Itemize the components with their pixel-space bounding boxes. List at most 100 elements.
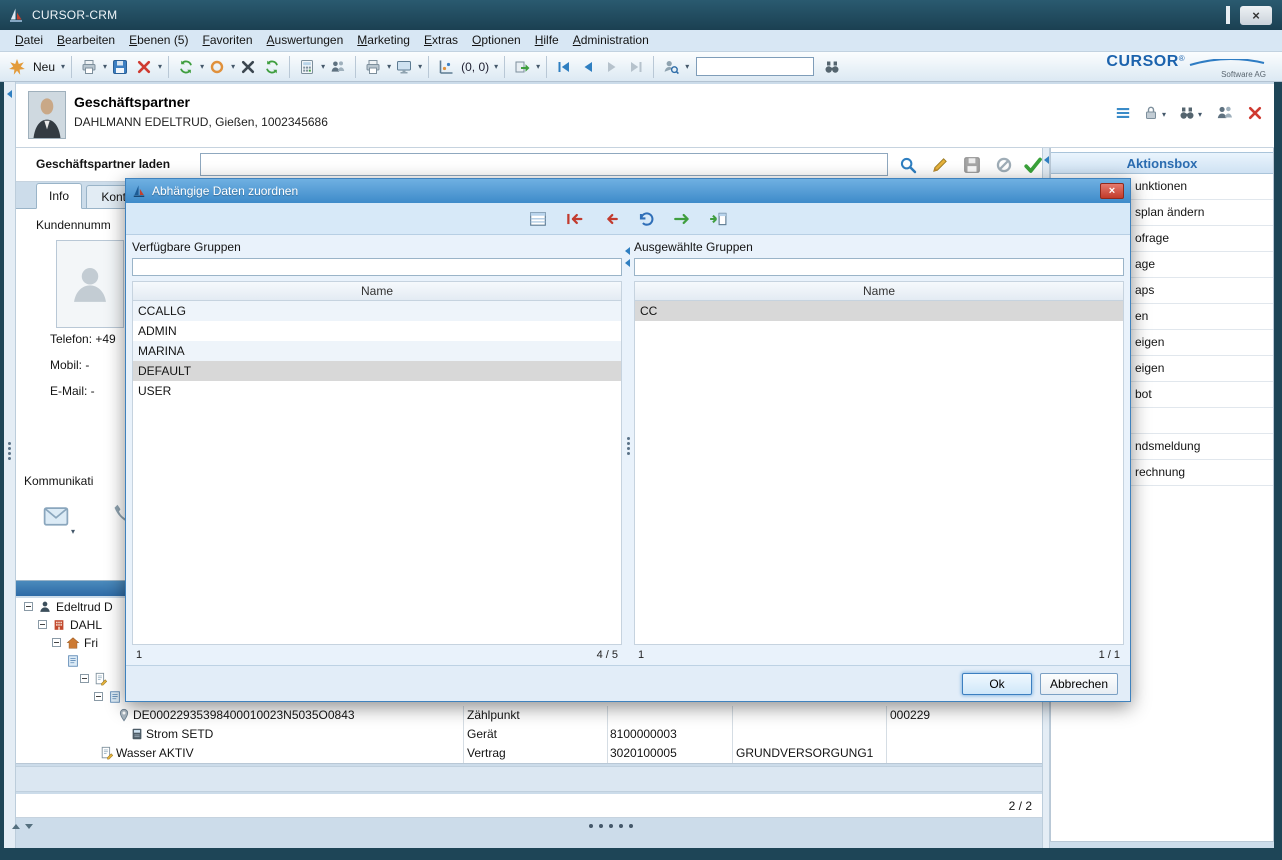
lock-dropdown-arrow[interactable]: ▾ xyxy=(1162,110,1166,119)
email-compose-icon[interactable] xyxy=(40,502,72,533)
splitter-chevron-icon[interactable] xyxy=(625,247,630,255)
list-item[interactable]: ADMIN xyxy=(133,321,621,341)
collapse-sidebar-icon[interactable] xyxy=(1044,156,1049,164)
toolbar-search-input[interactable] xyxy=(696,57,814,76)
edit-icon[interactable] xyxy=(929,154,951,176)
dialog-close-button[interactable]: × xyxy=(1100,183,1124,199)
column-settings-icon[interactable] xyxy=(529,210,547,228)
confirm-icon[interactable] xyxy=(1022,154,1044,176)
tree-expander-icon[interactable] xyxy=(38,620,47,629)
save-record-icon[interactable] xyxy=(961,154,983,176)
person-search-icon[interactable] xyxy=(660,55,682,79)
menu-extras[interactable]: Extras xyxy=(417,30,465,51)
remove-selected-icon[interactable] xyxy=(601,210,619,228)
splitter-chevron-icon[interactable] xyxy=(625,259,630,267)
new-dropdown-arrow[interactable]: ▾ xyxy=(61,63,65,71)
tree-expander-icon[interactable] xyxy=(94,692,103,701)
collapse-up-icon[interactable] xyxy=(12,824,20,829)
fax-dropdown-arrow[interactable]: ▾ xyxy=(387,63,391,71)
nav-last-button[interactable] xyxy=(625,55,647,79)
menu-favoriten[interactable]: Favoriten xyxy=(195,30,259,51)
splitter-handle[interactable] xyxy=(622,437,634,455)
menu-auswertungen[interactable]: Auswertungen xyxy=(260,30,351,51)
maximize-button[interactable] xyxy=(1226,8,1230,22)
coordinates-dropdown-arrow[interactable]: ▾ xyxy=(494,63,498,71)
binoculars-icon[interactable] xyxy=(821,55,843,79)
horizontal-scrollbar[interactable] xyxy=(16,766,1042,792)
close-record-icon[interactable] xyxy=(1244,102,1266,124)
refresh-dropdown-arrow[interactable]: ▾ xyxy=(200,63,204,71)
monitor-icon[interactable] xyxy=(393,55,415,79)
delete-icon[interactable] xyxy=(133,55,155,79)
new-button-label[interactable]: Neu xyxy=(33,60,55,74)
header-binoculars-icon[interactable] xyxy=(1176,102,1198,124)
nav-first-button[interactable] xyxy=(553,55,575,79)
assign-all-icon[interactable] xyxy=(709,210,727,228)
collapse-down-icon[interactable] xyxy=(25,824,33,829)
tree-expander-icon[interactable] xyxy=(52,638,61,647)
print-icon[interactable] xyxy=(78,55,100,79)
export-icon[interactable] xyxy=(511,55,533,79)
left-splitter-handle[interactable] xyxy=(4,442,15,460)
status-dropdown-arrow[interactable]: ▾ xyxy=(231,63,235,71)
menu-list-icon[interactable] xyxy=(1112,102,1134,124)
tree-expander-icon[interactable] xyxy=(80,674,89,683)
column-header-name[interactable]: Name xyxy=(634,281,1124,301)
email-dropdown-arrow[interactable]: ▾ xyxy=(71,528,75,536)
menu-administration[interactable]: Administration xyxy=(566,30,656,51)
export-dropdown-arrow[interactable]: ▾ xyxy=(536,63,540,71)
calculator-icon[interactable] xyxy=(296,55,318,79)
coordinates-icon[interactable] xyxy=(435,55,457,79)
new-icon[interactable] xyxy=(6,55,28,79)
binoculars-dropdown-arrow[interactable]: ▾ xyxy=(1198,110,1202,119)
person-search-dropdown-arrow[interactable]: ▾ xyxy=(685,63,689,71)
list-item[interactable]: CCALLG xyxy=(133,301,621,321)
print-dropdown-arrow[interactable]: ▾ xyxy=(103,63,107,71)
bottom-splitter-handle[interactable] xyxy=(589,824,633,828)
available-groups-filter-input[interactable] xyxy=(132,258,622,276)
ok-button[interactable]: Ok xyxy=(962,673,1032,695)
nav-prev-button[interactable] xyxy=(577,55,599,79)
delete-dropdown-arrow[interactable]: ▾ xyxy=(158,63,162,71)
list-item-selected[interactable]: CC xyxy=(635,301,1123,321)
menu-datei[interactable]: Datei xyxy=(8,30,50,51)
tree-expander-icon[interactable] xyxy=(24,602,33,611)
menu-optionen[interactable]: Optionen xyxy=(465,30,528,51)
status-circle-icon[interactable] xyxy=(206,55,228,79)
assign-selected-icon[interactable] xyxy=(673,210,691,228)
column-header-name[interactable]: Name xyxy=(132,281,622,301)
monitor-dropdown-arrow[interactable]: ▾ xyxy=(418,63,422,71)
lock-icon[interactable] xyxy=(1140,102,1162,124)
cancel-icon[interactable] xyxy=(237,55,259,79)
partner-load-input[interactable] xyxy=(200,153,888,176)
sync-icon[interactable] xyxy=(261,55,283,79)
table-row[interactable]: Wasser AKTIV Vertrag 3020100005 GRUNDVER… xyxy=(16,744,1042,763)
save-icon[interactable] xyxy=(109,55,131,79)
cancel-button[interactable]: Abbrechen xyxy=(1040,673,1118,695)
remove-all-icon[interactable] xyxy=(565,210,583,228)
table-row[interactable]: Strom SETD Gerät 8100000003 xyxy=(16,725,1042,744)
search-icon[interactable] xyxy=(897,154,919,176)
nav-next-button[interactable] xyxy=(601,55,623,79)
list-item[interactable]: MARINA xyxy=(133,341,621,361)
collapse-left-icon[interactable] xyxy=(7,90,12,98)
window-titlebar[interactable]: CURSOR-CRM × xyxy=(0,0,1282,30)
bottom-collapse-arrows[interactable] xyxy=(12,824,33,829)
table-row[interactable]: DE00022935398400010023N5035O0843 Zählpun… xyxy=(16,706,1042,725)
list-item[interactable]: USER xyxy=(133,381,621,401)
left-collapse-strip[interactable] xyxy=(4,82,16,848)
dialog-titlebar[interactable]: Abhängige Daten zuordnen × xyxy=(126,179,1130,203)
list-item-selected[interactable]: DEFAULT xyxy=(133,361,621,381)
calculator-dropdown-arrow[interactable]: ▾ xyxy=(321,63,325,71)
menu-bearbeiten[interactable]: Bearbeiten xyxy=(50,30,122,51)
fax-icon[interactable] xyxy=(362,55,384,79)
block-icon[interactable] xyxy=(993,154,1015,176)
dialog-panel-splitter[interactable] xyxy=(622,237,634,665)
menu-marketing[interactable]: Marketing xyxy=(350,30,417,51)
close-button[interactable]: × xyxy=(1240,6,1272,25)
undo-icon[interactable] xyxy=(637,210,655,228)
tab-info[interactable]: Info xyxy=(36,183,82,209)
menu-hilfe[interactable]: Hilfe xyxy=(528,30,566,51)
menu-ebenen[interactable]: Ebenen (5) xyxy=(122,30,195,51)
partners-icon[interactable] xyxy=(1214,102,1236,124)
